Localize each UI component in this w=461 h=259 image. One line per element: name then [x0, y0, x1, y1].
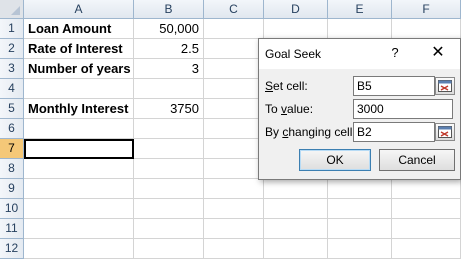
- set-cell-ref-button[interactable]: [435, 77, 455, 95]
- grid-cell-b7[interactable]: [134, 139, 204, 159]
- select-all-corner[interactable]: [0, 0, 24, 19]
- row-header-4[interactable]: 4: [0, 79, 24, 99]
- grid-cell-d10[interactable]: [264, 199, 328, 219]
- dialog-titlebar[interactable]: Goal Seek ? ✕: [259, 39, 460, 69]
- cell-a7-active[interactable]: [24, 139, 134, 159]
- dialog-title: Goal Seek: [265, 47, 322, 61]
- to-value-label: To value:: [265, 102, 313, 116]
- row-header-9[interactable]: 9: [0, 179, 24, 199]
- grid-cell-f11[interactable]: [392, 219, 461, 239]
- changing-cell-input[interactable]: B2: [353, 122, 435, 142]
- row-header-8[interactable]: 8: [0, 159, 24, 179]
- grid-cell-a4[interactable]: [24, 79, 134, 99]
- grid-cell-b10[interactable]: [134, 199, 204, 219]
- changing-cell-label-text: hanging cell:: [288, 125, 356, 139]
- grid-cell-b11[interactable]: [134, 219, 204, 239]
- column-header-a[interactable]: A: [24, 0, 134, 19]
- changing-cell-label: By changing cell:: [265, 125, 356, 139]
- grid-cell-f9[interactable]: [392, 179, 461, 199]
- row-header-3[interactable]: 3: [0, 59, 24, 79]
- grid-cell-b6[interactable]: [134, 119, 204, 139]
- grid-cell-c9[interactable]: [204, 179, 264, 199]
- grid-cell-a9[interactable]: [24, 179, 134, 199]
- row-header-1[interactable]: 1: [0, 19, 24, 39]
- grid-cell-a10[interactable]: [24, 199, 134, 219]
- grid-cell-c3[interactable]: [204, 59, 264, 79]
- grid-cell-c12[interactable]: [204, 239, 264, 259]
- column-header-e[interactable]: E: [328, 0, 392, 19]
- grid-cell-a11[interactable]: [24, 219, 134, 239]
- grid-cell-c1[interactable]: [204, 19, 264, 39]
- grid-cell-c11[interactable]: [204, 219, 264, 239]
- cell-a2[interactable]: Rate of Interest: [24, 39, 134, 59]
- grid-cell-c6[interactable]: [204, 119, 264, 139]
- set-cell-label: Set cell:: [265, 79, 308, 93]
- changing-cell-ref-button[interactable]: [435, 123, 455, 141]
- grid-cell-a6[interactable]: [24, 119, 134, 139]
- set-cell-label-accel: S: [265, 79, 274, 93]
- collapse-dialog-icon: [438, 80, 452, 92]
- cell-a5[interactable]: Monthly Interest: [24, 99, 134, 119]
- column-header-f[interactable]: F: [392, 0, 461, 19]
- row-header-11[interactable]: 11: [0, 219, 24, 239]
- grid-cell-b4[interactable]: [134, 79, 204, 99]
- column-header-c[interactable]: C: [204, 0, 264, 19]
- grid-cell-c5[interactable]: [204, 99, 264, 119]
- ok-button[interactable]: OK: [299, 149, 371, 171]
- cell-b5[interactable]: 3750: [134, 99, 204, 119]
- grid-cell-b8[interactable]: [134, 159, 204, 179]
- grid-cell-f1[interactable]: [392, 19, 461, 39]
- grid-cell-c7[interactable]: [204, 139, 264, 159]
- cell-b2[interactable]: 2.5: [134, 39, 204, 59]
- column-header-b[interactable]: B: [134, 0, 204, 19]
- grid-cell-e12[interactable]: [328, 239, 392, 259]
- help-button[interactable]: ?: [385, 43, 405, 63]
- grid-cell-f10[interactable]: [392, 199, 461, 219]
- cancel-button[interactable]: Cancel: [379, 149, 455, 171]
- grid-cell-d12[interactable]: [264, 239, 328, 259]
- grid-cell-e9[interactable]: [328, 179, 392, 199]
- to-value-label-pre: To: [265, 102, 282, 116]
- grid-cell-e1[interactable]: [328, 19, 392, 39]
- changing-cell-label-pre: By: [265, 125, 283, 139]
- row-header-12[interactable]: 12: [0, 239, 24, 259]
- to-value-label-text: alue:: [287, 102, 314, 116]
- grid-cell-c8[interactable]: [204, 159, 264, 179]
- cell-b1[interactable]: 50,000: [134, 19, 204, 39]
- row-header-5[interactable]: 5: [0, 99, 24, 119]
- grid-cell-c4[interactable]: [204, 79, 264, 99]
- collapse-dialog-icon: [438, 126, 452, 138]
- row-header-6[interactable]: 6: [0, 119, 24, 139]
- set-cell-input[interactable]: B5: [353, 76, 435, 96]
- select-all-triangle-icon: [11, 6, 20, 15]
- to-value-input[interactable]: 3000: [353, 99, 453, 119]
- grid-cell-d9[interactable]: [264, 179, 328, 199]
- grid-cell-b12[interactable]: [134, 239, 204, 259]
- row-header-7-selected[interactable]: 7: [0, 139, 24, 159]
- grid-cell-e11[interactable]: [328, 219, 392, 239]
- cell-a1[interactable]: Loan Amount: [24, 19, 134, 39]
- grid-cell-a8[interactable]: [24, 159, 134, 179]
- row-header-2[interactable]: 2: [0, 39, 24, 59]
- grid-cell-d11[interactable]: [264, 219, 328, 239]
- grid-cell-f12[interactable]: [392, 239, 461, 259]
- close-button[interactable]: ✕: [427, 43, 449, 63]
- grid-cell-c2[interactable]: [204, 39, 264, 59]
- goal-seek-dialog: Goal Seek ? ✕ Set cell: B5 To value: 300…: [258, 38, 461, 180]
- grid-cell-b9[interactable]: [134, 179, 204, 199]
- cell-a3[interactable]: Number of years: [24, 59, 134, 79]
- set-cell-label-text: et cell:: [273, 79, 308, 93]
- cell-b3[interactable]: 3: [134, 59, 204, 79]
- column-header-d[interactable]: D: [264, 0, 328, 19]
- row-header-10[interactable]: 10: [0, 199, 24, 219]
- grid-cell-c10[interactable]: [204, 199, 264, 219]
- grid-cell-e10[interactable]: [328, 199, 392, 219]
- grid-cell-a12[interactable]: [24, 239, 134, 259]
- grid-cell-d1[interactable]: [264, 19, 328, 39]
